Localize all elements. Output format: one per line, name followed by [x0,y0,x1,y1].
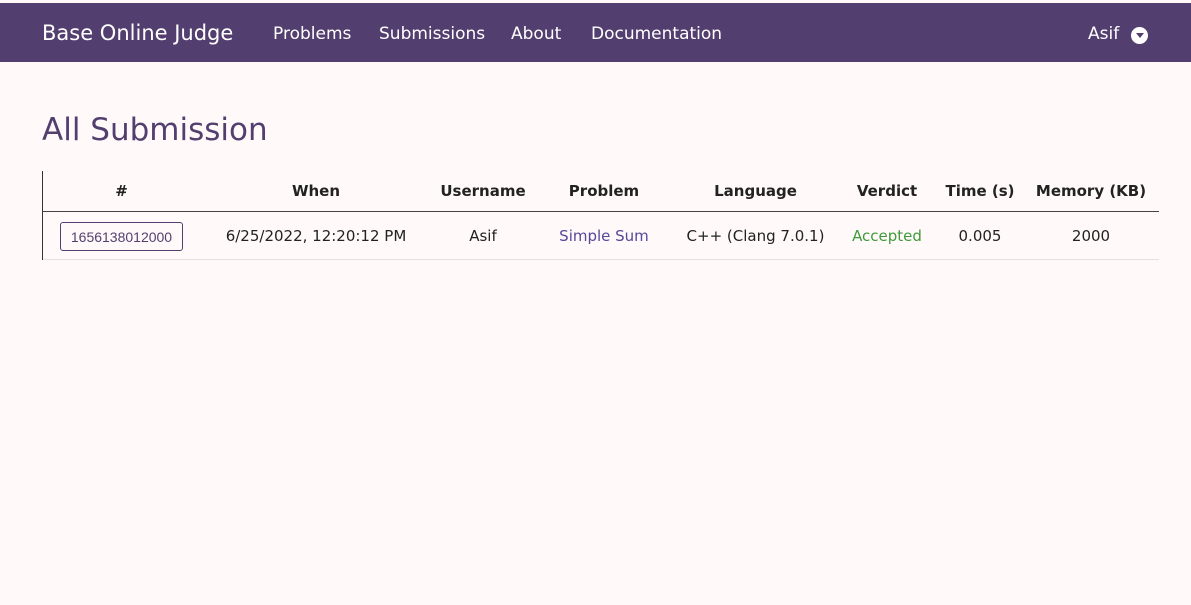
column-header-verdict: Verdict [837,171,937,212]
submissions-table-container: # When Username Problem Language Verdict… [42,171,1159,260]
column-header-time: Time (s) [937,171,1023,212]
submission-time: 0.005 [937,211,1023,260]
column-header-id: # [43,171,200,212]
top-navbar: Base Online Judge Problems Submissions A… [0,3,1191,62]
submission-memory: 2000 [1023,211,1159,260]
page-title: All Submission [42,112,268,148]
submissions-table: # When Username Problem Language Verdict… [43,171,1159,260]
submission-id-cell: 1656138012000 [43,211,200,260]
problem-link[interactable]: Simple Sum [559,227,649,245]
nav-link-submissions[interactable]: Submissions [379,24,485,44]
column-header-problem: Problem [534,171,674,212]
column-header-username: Username [432,171,534,212]
nav-link-problems[interactable]: Problems [273,24,351,44]
user-menu-label[interactable]: Asif [1088,24,1119,44]
chevron-down-circle-icon[interactable] [1131,27,1148,44]
table-row: 1656138012000 6/25/2022, 12:20:12 PM Asi… [43,211,1159,260]
column-header-memory: Memory (KB) [1023,171,1159,212]
nav-link-documentation[interactable]: Documentation [591,24,722,44]
table-header-row: # When Username Problem Language Verdict… [43,171,1159,212]
submission-when: 6/25/2022, 12:20:12 PM [200,211,432,260]
submission-id-button[interactable]: 1656138012000 [60,222,183,251]
column-header-when: When [200,171,432,212]
nav-link-about[interactable]: About [511,24,561,44]
submission-problem-cell: Simple Sum [534,211,674,260]
submission-language: C++ (Clang 7.0.1) [674,211,837,260]
brand-link[interactable]: Base Online Judge [42,21,233,45]
submission-username: Asif [432,211,534,260]
submission-verdict: Accepted [837,211,937,260]
column-header-language: Language [674,171,837,212]
